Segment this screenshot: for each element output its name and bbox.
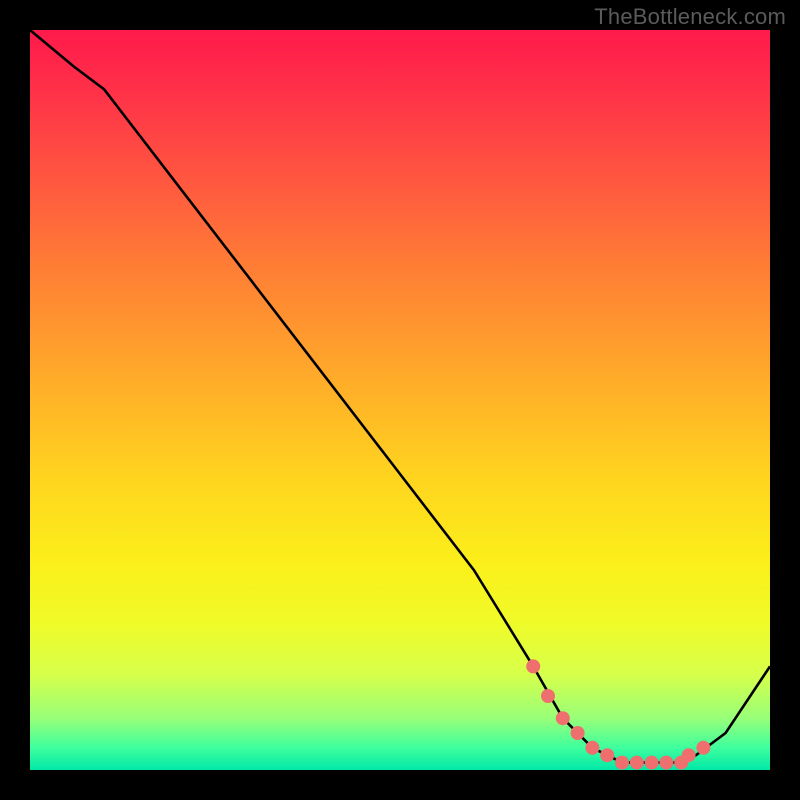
valley-dot <box>556 711 570 725</box>
valley-dot <box>526 659 540 673</box>
watermark-label: TheBottleneck.com <box>594 4 786 30</box>
chart-frame: TheBottleneck.com <box>0 0 800 800</box>
valley-dot <box>696 741 710 755</box>
plot-area <box>30 30 770 770</box>
valley-dot <box>615 756 629 770</box>
valley-dot <box>630 756 644 770</box>
valley-dot <box>645 756 659 770</box>
chart-svg <box>30 30 770 770</box>
valley-dot <box>541 689 555 703</box>
bottleneck-curve-path <box>30 30 770 763</box>
valley-dots-group <box>526 659 710 769</box>
valley-dot <box>585 741 599 755</box>
valley-dot <box>682 748 696 762</box>
valley-dot <box>659 756 673 770</box>
valley-dot <box>571 726 585 740</box>
valley-dot <box>600 748 614 762</box>
